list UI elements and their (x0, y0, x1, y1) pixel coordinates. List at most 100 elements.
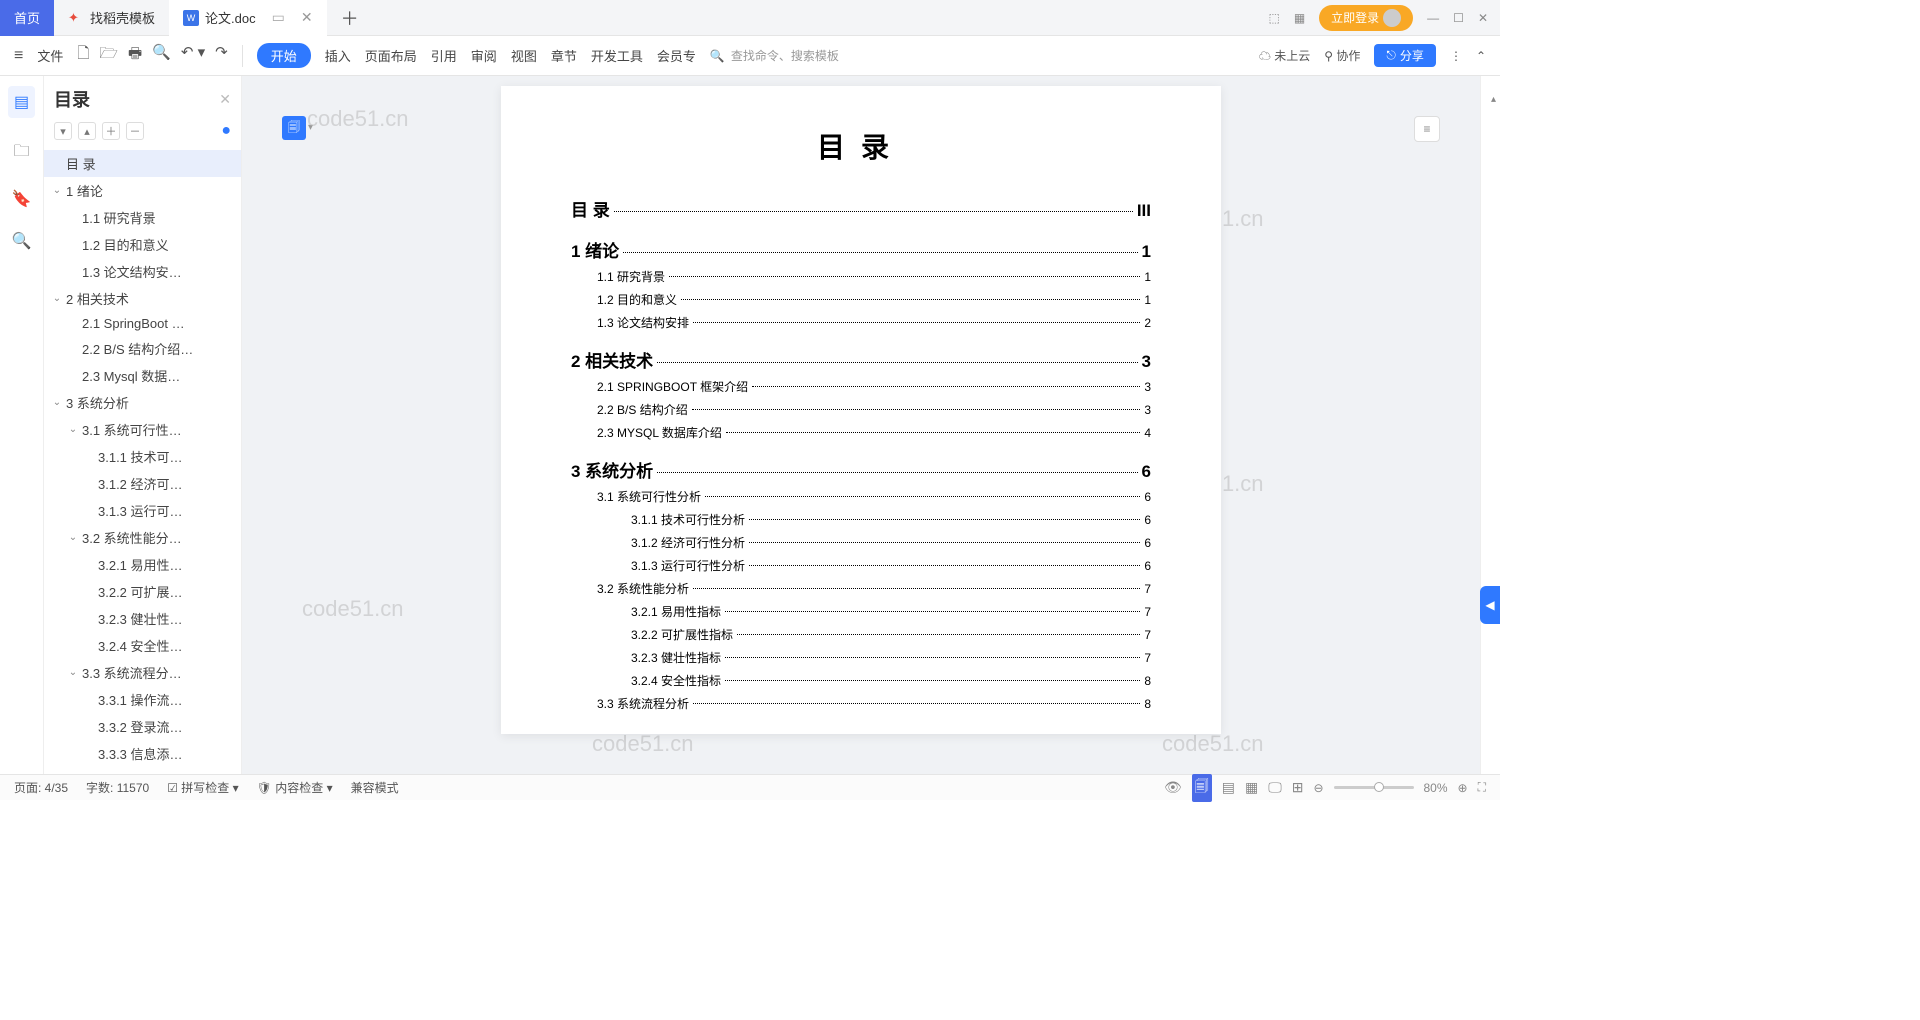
qat-undo-icon[interactable]: ↶ ▾ (181, 43, 205, 68)
page-tool-dropdown-icon[interactable]: ▾ (308, 122, 313, 133)
outline-node[interactable]: ⌄3.1 系统可行性… (44, 416, 241, 443)
maximize-button[interactable]: ☐ (1453, 11, 1464, 25)
close-button[interactable]: ✕ (1478, 11, 1488, 25)
status-words[interactable]: 字数: 11570 (86, 779, 149, 796)
toc-row[interactable]: 3.1.1 技术可行性分析6 (571, 511, 1151, 528)
outline-node[interactable]: ⌄3 系统分析 (44, 389, 241, 416)
outline-node[interactable]: 3.2.1 易用性… (44, 551, 241, 578)
tab-start[interactable]: 开始 (257, 43, 311, 68)
toc-row[interactable]: 3.2.3 健壮性指标7 (571, 649, 1151, 666)
toc-row[interactable]: 3.2.4 安全性指标8 (571, 672, 1151, 689)
toc-row[interactable]: 1.3 论文结构安排2 (571, 314, 1151, 331)
outline-expand-icon[interactable]: ▴ (78, 122, 96, 140)
rail-outline-icon[interactable]: ▤ (8, 86, 35, 118)
outline-node[interactable]: 3.3.4 信息删… (44, 767, 241, 774)
outline-node[interactable]: 2.3 Mysql 数据… (44, 362, 241, 389)
outline-node[interactable]: 3.2.2 可扩展… (44, 578, 241, 605)
toc-row[interactable]: 3 系统分析6 (571, 457, 1151, 482)
rail-search-icon[interactable]: 🔍 (12, 231, 32, 251)
qat-new-icon[interactable]: 🗋 (77, 43, 89, 68)
share-button[interactable]: ⎋分享 (1374, 44, 1436, 67)
toc-row[interactable]: 目 录III (571, 196, 1151, 221)
toc-row[interactable]: 3.1.2 经济可行性分析6 (571, 534, 1151, 551)
search-box[interactable]: 🔍 查找命令、搜索模板 (710, 47, 900, 64)
toc-row[interactable]: 3.3 系统流程分析8 (571, 695, 1151, 712)
zoom-slider[interactable] (1334, 786, 1414, 789)
tab-reference[interactable]: 引用 (431, 46, 457, 65)
outline-node[interactable]: 2.2 B/S 结构介绍… (44, 335, 241, 362)
qat-print-icon[interactable]: 🖶 (128, 43, 142, 68)
outline-node[interactable]: 3.3.1 操作流… (44, 686, 241, 713)
side-tab-handle[interactable]: ◀ (1480, 586, 1500, 624)
outline-node[interactable]: 3.3.3 信息添… (44, 740, 241, 767)
rail-folder-icon[interactable]: 🗀 (13, 140, 29, 167)
toc-row[interactable]: 2.2 B/S 结构介绍3 (571, 401, 1151, 418)
login-button[interactable]: 立即登录 (1319, 5, 1413, 31)
status-content-check[interactable]: 🛡 内容检查 ▾ (257, 779, 333, 796)
new-tab-button[interactable]: ＋ (327, 5, 373, 31)
outline-node[interactable]: 3.2.3 健壮性… (44, 605, 241, 632)
outline-node[interactable]: ⌄1 绪论 (44, 177, 241, 204)
toc-row[interactable]: 2 相关技术3 (571, 347, 1151, 372)
toc-row[interactable]: 3.2 系统性能分析7 (571, 580, 1151, 597)
status-print-icon[interactable]: 🖵 (1268, 779, 1282, 796)
file-menu[interactable]: 文件 (37, 46, 63, 65)
outline-node[interactable]: 目 录 (44, 150, 241, 177)
qat-preview-icon[interactable]: 🔍 (152, 43, 171, 68)
outline-sync-icon[interactable]: ● (221, 122, 231, 140)
toc-row[interactable]: 1.2 目的和意义1 (571, 291, 1151, 308)
outline-node[interactable]: ⌄2 相关技术 (44, 285, 241, 312)
status-page[interactable]: 页面: 4/35 (14, 779, 68, 796)
outline-node[interactable]: 1.1 研究背景 (44, 204, 241, 231)
zoom-level[interactable]: 80% (1424, 781, 1448, 795)
tab-view[interactable]: 视图 (511, 46, 537, 65)
fullscreen-icon[interactable]: ⛶ (1478, 780, 1486, 795)
tab-home[interactable]: 首页 (0, 0, 54, 36)
status-spellcheck[interactable]: ☑ 拼写检查 ▾ (167, 779, 238, 796)
outline-close-icon[interactable]: ✕ (219, 91, 231, 108)
outline-collapse-icon[interactable]: ▾ (54, 122, 72, 140)
outline-node[interactable]: 2.1 SpringBoot … (44, 312, 241, 335)
zoom-out-button[interactable]: ⊖ (1313, 781, 1323, 795)
qat-open-icon[interactable]: 🗁 (99, 43, 118, 68)
outline-add-icon[interactable]: ＋ (102, 122, 120, 140)
tab-document[interactable]: W 论文.doc ▭ ✕ (169, 0, 327, 36)
tab-section[interactable]: 章节 (551, 46, 577, 65)
tab-template[interactable]: ✦ 找稻壳模板 (54, 0, 169, 36)
more-icon[interactable]: ⋮ (1450, 49, 1462, 63)
outline-node[interactable]: 3.1.1 技术可… (44, 443, 241, 470)
minimize-button[interactable]: — (1427, 11, 1439, 25)
outline-node[interactable]: 3.2.4 安全性… (44, 632, 241, 659)
tab-popup-icon[interactable]: ▭ (272, 9, 285, 26)
outline-node[interactable]: 1.3 论文结构安… (44, 258, 241, 285)
tab-layout[interactable]: 页面布局 (365, 46, 417, 65)
toc-row[interactable]: 3.1.3 运行可行性分析6 (571, 557, 1151, 574)
toc-row[interactable]: 3.2.2 可扩展性指标7 (571, 626, 1151, 643)
status-eye-icon[interactable]: 👁 (1164, 779, 1182, 796)
toc-row[interactable]: 1.1 研究背景1 (571, 268, 1151, 285)
status-outline-icon[interactable]: ▤ (1222, 779, 1235, 796)
toc-row[interactable]: 2.3 MYSQL 数据库介绍4 (571, 424, 1151, 441)
rail-bookmark-icon[interactable]: 🔖 (12, 189, 32, 209)
outline-node[interactable]: 1.2 目的和意义 (44, 231, 241, 258)
status-grid-icon[interactable]: ⊞ (1292, 779, 1304, 796)
toc-row[interactable]: 3.1 系统可行性分析6 (571, 488, 1151, 505)
document-canvas[interactable]: 🗐 ▾ ≡ code51.cn code51.cn code51.cn code… (242, 76, 1480, 774)
tab-member[interactable]: 会员专 (657, 46, 696, 65)
outline-node[interactable]: ⌄3.3 系统流程分… (44, 659, 241, 686)
outline-node[interactable]: 3.1.3 运行可… (44, 497, 241, 524)
outline-node[interactable]: 3.3.2 登录流… (44, 713, 241, 740)
toc-row[interactable]: 3.2.1 易用性指标7 (571, 603, 1151, 620)
qat-redo-icon[interactable]: ↷ (215, 43, 228, 68)
tab-review[interactable]: 审阅 (471, 46, 497, 65)
apps-icon[interactable]: ▦ (1294, 11, 1305, 25)
right-panel-toggle-icon[interactable]: ≡ (1414, 116, 1440, 142)
status-readmode-icon[interactable]: 🗐 (1192, 774, 1212, 802)
page-tool-icon[interactable]: 🗐 (282, 116, 306, 140)
toc-row[interactable]: 1 绪论1 (571, 237, 1151, 262)
tab-devtools[interactable]: 开发工具 (591, 46, 643, 65)
tab-close-icon[interactable]: ✕ (301, 9, 313, 26)
status-weblayout-icon[interactable]: ▦ (1245, 779, 1258, 796)
cloud-status[interactable]: ☁ 未上云 (1259, 47, 1310, 64)
toc-row[interactable]: 2.1 SPRINGBOOT 框架介绍3 (571, 378, 1151, 395)
